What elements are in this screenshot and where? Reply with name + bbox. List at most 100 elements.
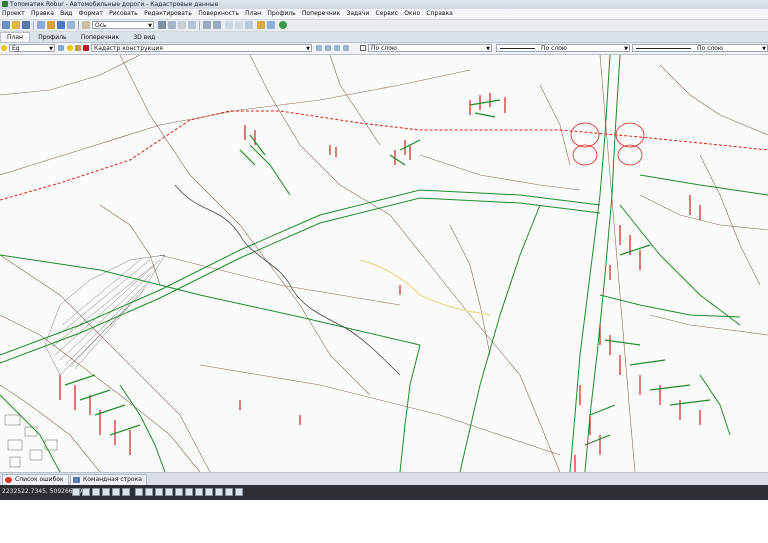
new-icon[interactable]	[2, 21, 10, 29]
layer-previous-icon[interactable]	[325, 45, 331, 51]
linetype-preview	[500, 48, 535, 49]
settings-icon[interactable]	[225, 488, 233, 496]
properties-icon[interactable]	[57, 21, 65, 29]
bottom-panel-tabs: Список ошибок Командная строка	[0, 472, 768, 486]
layer-states-icon[interactable]	[334, 45, 340, 51]
area-icon[interactable]	[165, 488, 173, 496]
globe-icon[interactable]	[279, 21, 287, 29]
layer-combo-value: Eg	[12, 45, 20, 52]
ortho-icon[interactable]	[92, 488, 100, 496]
pan-icon[interactable]	[175, 488, 183, 496]
select-icon[interactable]	[158, 21, 166, 29]
tab-command-line-label: Командная строка	[83, 476, 142, 483]
model-icon[interactable]	[145, 488, 153, 496]
menu-cross-section[interactable]: Поперечник	[300, 9, 342, 19]
construction-combo-value: Кадастр конструкция	[94, 45, 163, 52]
menu-edit[interactable]: Правка	[29, 9, 56, 19]
menu-service[interactable]: Сервис	[374, 9, 400, 19]
app-icon	[2, 1, 8, 7]
menu-surface[interactable]: Поверхность	[196, 9, 241, 19]
paste-icon[interactable]	[188, 21, 196, 29]
zoom-in-icon[interactable]	[225, 21, 233, 29]
layer-manager-icon[interactable]	[58, 45, 64, 51]
otrack-icon[interactable]	[122, 488, 130, 496]
menu-help[interactable]: Справка	[424, 9, 454, 19]
linetype-combo[interactable]: По слою ▼	[496, 44, 630, 52]
menu-modify[interactable]: Редактировать	[142, 9, 194, 19]
tab-3d-view[interactable]: 3D вид	[127, 33, 161, 43]
zoom-out-icon[interactable]	[235, 21, 243, 29]
building-blocks	[4, 414, 58, 468]
render-icon[interactable]	[215, 488, 223, 496]
orbit-icon[interactable]	[205, 488, 213, 496]
parcel-boundaries	[0, 55, 768, 472]
rotate-right-icon[interactable]	[213, 21, 221, 29]
lineweight-combo[interactable]: По слою ▼	[632, 44, 768, 52]
zoom-window-icon[interactable]	[185, 488, 193, 496]
drawing-canvas[interactable]	[0, 55, 768, 472]
print-icon[interactable]	[37, 21, 45, 29]
toolbar-separator	[78, 21, 79, 30]
measure-icon[interactable]	[257, 21, 265, 29]
menu-project[interactable]: Проект	[0, 9, 27, 19]
bulb-icon[interactable]	[1, 45, 7, 51]
undo-icon[interactable]	[67, 21, 75, 29]
axis-combo-value: Ось	[95, 22, 107, 29]
chevron-down-icon: ▼	[148, 23, 152, 29]
menu-window[interactable]: Окно	[402, 9, 422, 19]
osnap-icon[interactable]	[112, 488, 120, 496]
snap-icon[interactable]	[72, 488, 80, 496]
title-bar: Топоматик Robur - Автомобильные дороги -…	[0, 0, 768, 9]
lineweight-combo-value: По слою	[697, 45, 723, 52]
isolate-icon[interactable]	[343, 45, 349, 51]
view-tabs: План Профиль Поперечник 3D вид	[0, 32, 768, 43]
zoom-extents-icon[interactable]	[195, 488, 203, 496]
grid-icon[interactable]	[245, 21, 253, 29]
construction-combo[interactable]: Кадастр конструкция ▼	[91, 44, 312, 52]
lineweight-toggle-icon[interactable]	[135, 488, 143, 496]
layer-combo[interactable]: Eg ▼	[9, 44, 55, 52]
layer-properties-bar: Eg ▼ Кадастр конструкция ▼ По слою ▼ По …	[0, 43, 768, 55]
lineweight-preview	[636, 48, 691, 49]
tab-profile[interactable]: Профиль	[32, 33, 72, 43]
yellow-contour	[359, 259, 491, 316]
measure-distance-icon[interactable]	[155, 488, 163, 496]
open-icon[interactable]	[12, 21, 20, 29]
save-icon[interactable]	[22, 21, 30, 29]
chevron-down-icon: ▼	[624, 46, 628, 52]
tab-cross-section[interactable]: Поперечник	[75, 33, 125, 43]
chevron-right-icon[interactable]	[235, 488, 243, 496]
table-icon[interactable]	[267, 21, 275, 29]
grid-toggle-icon[interactable]	[82, 488, 90, 496]
green-service-stubs	[64, 99, 711, 446]
cut-icon[interactable]	[168, 21, 176, 29]
toolbar-separator	[199, 21, 200, 30]
menu-bar: Проект Правка Вид Формат Рисовать Редакт…	[0, 9, 768, 20]
hatched-parcels	[44, 254, 166, 376]
match-layer-icon[interactable]	[316, 45, 322, 51]
axis-combo[interactable]: Ось ▼	[92, 21, 154, 29]
chevron-down-icon: ▼	[762, 46, 766, 52]
menu-tasks[interactable]: Задачи	[345, 9, 372, 19]
stream-line	[174, 184, 401, 376]
layers-icon[interactable]	[47, 21, 55, 29]
rotate-left-icon[interactable]	[203, 21, 211, 29]
chevron-down-icon: ▼	[486, 46, 490, 52]
menu-draw[interactable]: Рисовать	[107, 9, 140, 19]
application-window: Топоматик Robur - Автомобильные дороги -…	[0, 0, 768, 500]
menu-profile[interactable]: Профиль	[265, 9, 297, 19]
red-dashed-boundary	[0, 110, 768, 201]
menu-plan[interactable]: План	[243, 9, 263, 19]
copy-icon[interactable]	[178, 21, 186, 29]
polar-icon[interactable]	[102, 488, 110, 496]
menu-view[interactable]: Вид	[58, 9, 74, 19]
window-title: Топоматик Robur - Автомобильные дороги -…	[10, 1, 219, 8]
cadastral-plan-drawing	[0, 55, 768, 472]
menu-format[interactable]: Формат	[77, 9, 105, 19]
color-swatch-checkbox[interactable]	[360, 45, 366, 51]
tab-plan[interactable]: План	[0, 32, 30, 42]
freeze-icon[interactable]	[67, 45, 73, 51]
axis-icon	[82, 21, 90, 29]
lock-icon[interactable]	[75, 45, 81, 51]
color-combo[interactable]: По слою ▼	[368, 44, 492, 52]
